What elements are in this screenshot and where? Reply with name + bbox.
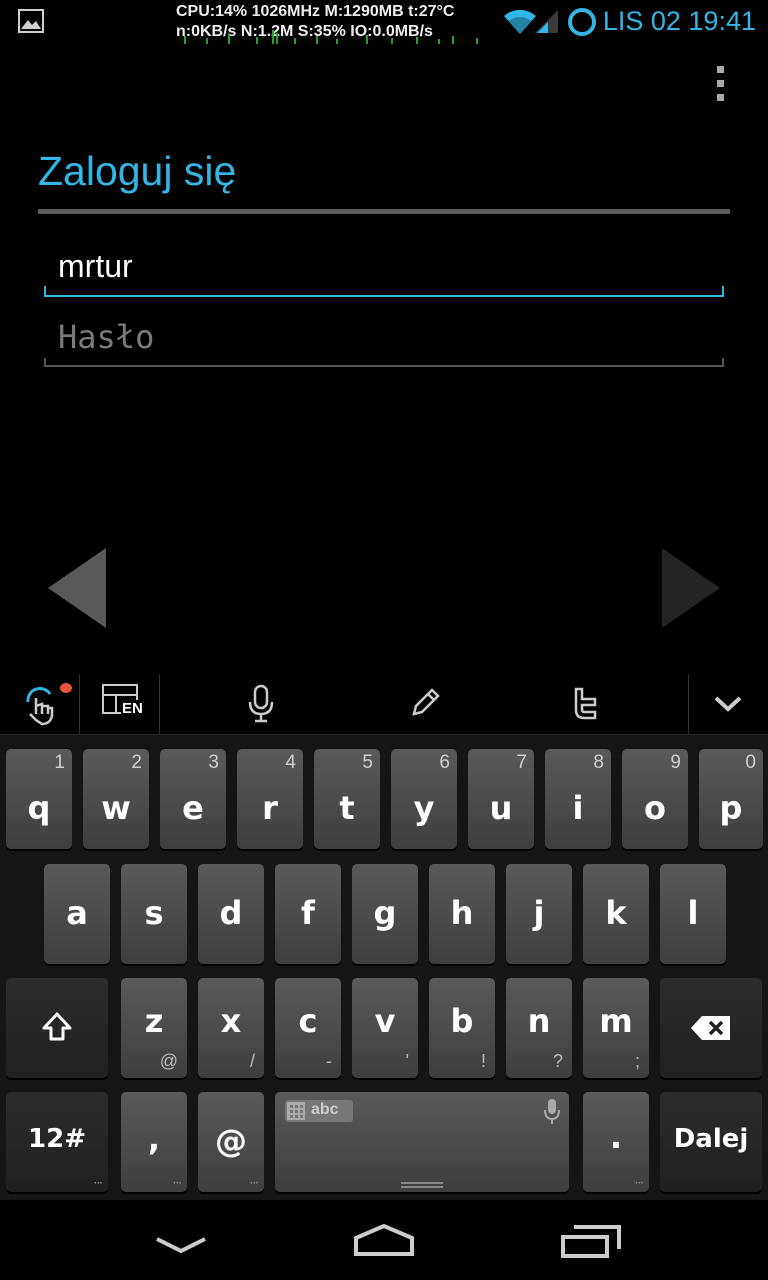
layout-en-icon[interactable]: EN	[102, 684, 146, 728]
key-f[interactable]: f	[275, 864, 341, 964]
backspace-icon	[691, 1016, 730, 1040]
layout-en-label: EN	[121, 700, 144, 717]
previous-arrow-icon[interactable]	[46, 546, 108, 630]
page-title: Zaloguj się	[38, 148, 237, 194]
key-s[interactable]: s	[121, 864, 187, 964]
comma-key[interactable]: , ···	[121, 1092, 187, 1192]
key-c[interactable]: c-	[275, 978, 341, 1078]
key-v[interactable]: v '	[352, 978, 418, 1078]
key-m[interactable]: m;	[583, 978, 649, 1078]
key-k[interactable]: k	[583, 864, 649, 964]
space-mic-icon	[544, 1099, 560, 1124]
space-key[interactable]: abc	[275, 1092, 569, 1192]
key-i[interactable]: 8i	[545, 749, 611, 849]
key-u[interactable]: 7u	[468, 749, 534, 849]
key-e[interactable]: 3e	[160, 749, 226, 849]
key-t[interactable]: 5t	[314, 749, 380, 849]
key-b[interactable]: b!	[429, 978, 495, 1078]
key-n[interactable]: n?	[506, 978, 572, 1078]
password-underline	[44, 358, 724, 367]
key-r[interactable]: 4r	[237, 749, 303, 849]
key-w[interactable]: 2w	[83, 749, 149, 849]
gallery-notification-icon	[18, 9, 44, 33]
status-datetime: LIS 02 19:41	[602, 6, 756, 36]
navigation-bar	[0, 1200, 768, 1280]
status-bar: CPU:14% 1026MHz M:1290MB t:27°C n:0KB/s …	[0, 0, 768, 46]
overflow-menu-icon[interactable]	[705, 60, 737, 106]
password-placeholder: Hasło	[58, 318, 155, 356]
activity-graph	[184, 30, 478, 44]
pencil-icon[interactable]	[408, 686, 442, 720]
collapse-chevron-icon[interactable]	[712, 694, 744, 714]
key-x[interactable]: x /	[198, 978, 264, 1078]
next-arrow-icon[interactable]	[660, 546, 722, 630]
home-icon[interactable]	[352, 1222, 416, 1258]
keyboard: 1q 2w 3e 4r 5t 6y 7u 8i 9o 0p a s d f g …	[0, 735, 768, 1200]
status-stats-line-1: CPU:14% 1026MHz M:1290MB t:27°C	[176, 3, 455, 20]
back-hide-keyboard-icon[interactable]	[154, 1234, 208, 1256]
key-q[interactable]: 1q	[6, 749, 72, 849]
key-z[interactable]: z @	[121, 978, 187, 1078]
key-o[interactable]: 9o	[622, 749, 688, 849]
key-y[interactable]: 6y	[391, 749, 457, 849]
key-l[interactable]: l	[660, 864, 726, 964]
period-key[interactable]: . ···	[583, 1092, 649, 1192]
twitter-icon[interactable]	[568, 686, 602, 722]
key-d[interactable]: d	[198, 864, 264, 964]
shift-key[interactable]	[6, 978, 108, 1078]
recent-apps-icon[interactable]	[560, 1224, 622, 1260]
shift-arrow-icon	[42, 1012, 72, 1041]
password-field[interactable]: Hasło	[44, 310, 724, 368]
username-field[interactable]: mrtur	[44, 240, 724, 298]
key-g[interactable]: g	[352, 864, 418, 964]
microphone-icon[interactable]	[246, 684, 276, 724]
sync-ring-icon	[568, 8, 596, 36]
keypad-grid-icon	[287, 1102, 305, 1120]
next-action-key[interactable]: Dalej	[660, 1092, 762, 1192]
at-key[interactable]: @ ···	[198, 1092, 264, 1192]
username-underline	[44, 286, 724, 297]
key-h[interactable]: h	[429, 864, 495, 964]
numbers-key[interactable]: 12# ···	[6, 1092, 108, 1192]
title-divider	[38, 209, 730, 214]
keyboard-toolbar: EN	[0, 674, 768, 735]
signal-icon	[535, 10, 558, 33]
space-layout-badge: abc	[285, 1100, 353, 1122]
key-p[interactable]: 0p	[699, 749, 763, 849]
key-a[interactable]: a	[44, 864, 110, 964]
backspace-key[interactable]	[660, 978, 762, 1078]
username-value: mrtur	[58, 248, 133, 284]
wifi-icon	[504, 9, 536, 34]
swipe-gesture-icon[interactable]	[20, 680, 76, 730]
key-j[interactable]: j	[506, 864, 572, 964]
